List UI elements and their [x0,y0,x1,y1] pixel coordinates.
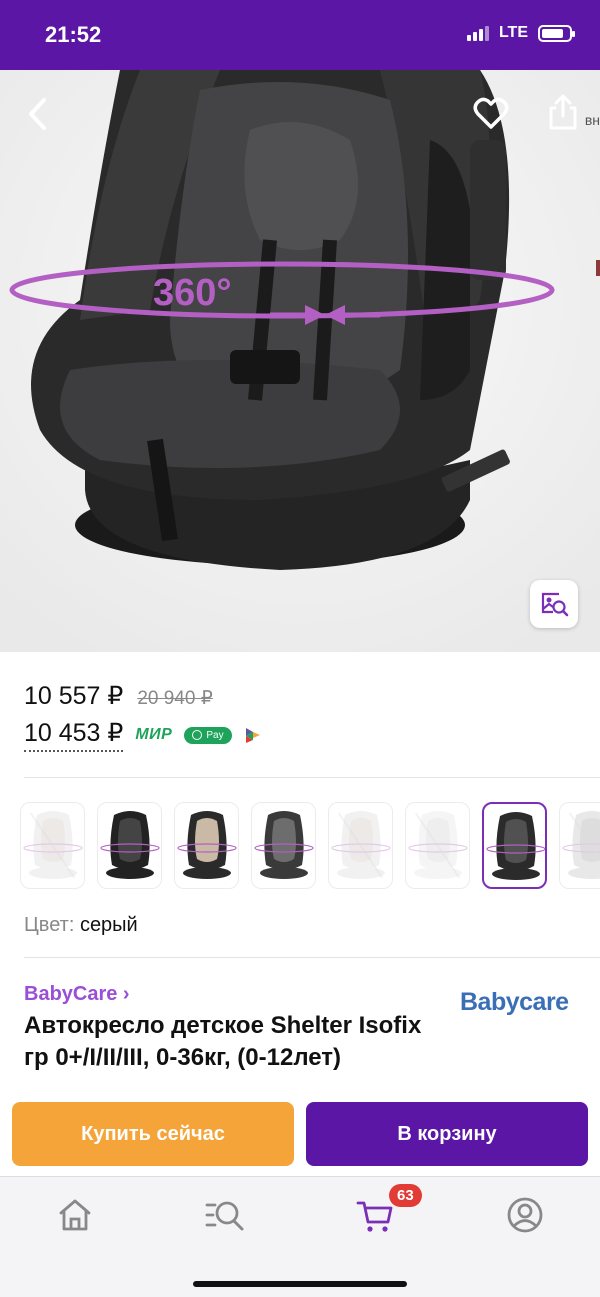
favorite-button[interactable] [472,94,510,132]
color-info: Цвет: серый [24,914,138,937]
unavailable-slash-icon [29,812,76,879]
variant-thumbnail[interactable] [328,802,393,889]
status-bar: 21:52 LTE [0,0,600,70]
share-partial-label: вн [584,112,600,128]
back-button[interactable] [22,94,56,134]
color-value: серый [79,914,138,936]
catalog-search-icon [205,1201,244,1231]
current-price: 10 557 ₽ [24,682,124,710]
profile-icon [507,1197,543,1233]
variant-thumbnails [20,802,600,889]
product-image[interactable]: 360° вн [0,70,600,652]
car-seat-thumbnail-image [254,811,314,879]
add-to-cart-button[interactable]: В корзину [306,1102,588,1166]
status-time: 21:52 [45,22,102,47]
sber-pay-logo: Pay [184,726,232,744]
car-seat-illustration: 360° [0,70,600,652]
car-seat-thumbnail-image [177,811,237,879]
variant-thumbnail[interactable] [559,802,600,889]
price-block: 10 557 ₽ 20 940 ₽ [24,681,213,711]
variant-thumbnail[interactable] [251,802,316,889]
share-button[interactable] [546,92,580,132]
battery-icon [538,24,575,42]
photo-search-button[interactable] [530,580,578,628]
variant-thumbnail[interactable] [174,802,239,889]
rotation-label: 360° [153,272,232,314]
tab-home[interactable] [55,1195,95,1235]
old-price: 20 940 ₽ [137,688,213,709]
car-seat-thumbnail-image [486,812,545,880]
bottom-tabbar: 63 [0,1176,600,1297]
color-label: Цвет: [24,914,75,936]
image-search-icon [541,592,569,617]
sbp-icon [245,728,260,743]
unavailable-slash-icon [414,812,461,879]
heart-icon [473,97,509,129]
variant-thumbnail[interactable] [405,802,470,889]
divider [24,957,600,958]
tab-catalog[interactable] [205,1195,245,1235]
tab-cart[interactable] [355,1195,395,1235]
mir-logo: МИР [135,726,173,743]
variant-thumbnail[interactable] [20,802,85,889]
status-indicators: LTE [466,24,575,42]
brand-link[interactable]: BabyCare › [24,983,130,1006]
car-seat-thumbnail-image [100,811,160,879]
tab-profile[interactable] [505,1195,545,1235]
share-icon [549,94,577,130]
variant-thumbnail[interactable] [97,802,162,889]
unavailable-slash-icon [337,812,384,879]
home-icon [59,1199,91,1231]
chevron-left-icon [29,98,46,130]
brand-logo[interactable]: Babycare [460,988,569,1017]
variant-thumbnail[interactable] [482,802,547,889]
signal-icon [466,25,489,41]
divider [24,777,600,778]
card-price-block[interactable]: 10 453 ₽ МИР Pay [24,718,262,752]
network-label: LTE [498,24,528,41]
card-price[interactable]: 10 453 ₽ [24,718,124,752]
product-title: Автокресло детское Shelter Isofix гр 0+/… [24,1012,422,1071]
buy-now-button[interactable]: Купить сейчас [12,1102,294,1166]
cart-icon [356,1201,393,1232]
home-indicator [193,1281,407,1287]
cart-count-badge: 63 [389,1184,422,1207]
unavailable-slash-icon [568,812,600,860]
